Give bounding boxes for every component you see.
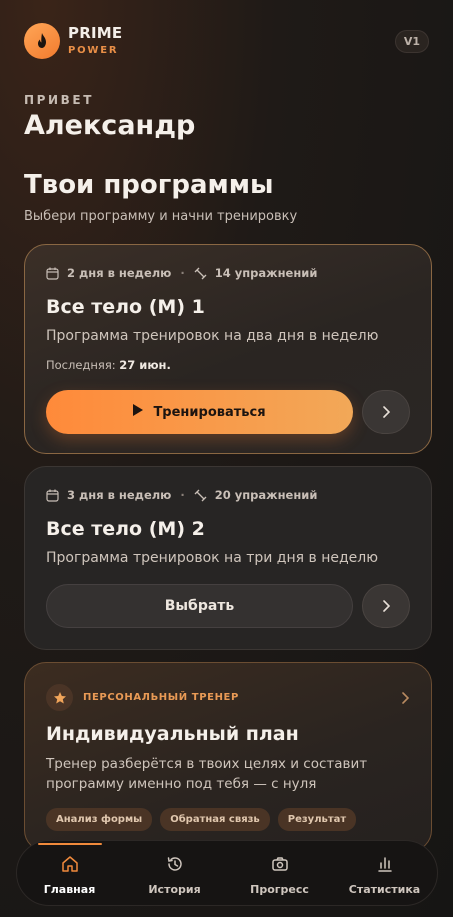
brand-subtitle: POWER <box>68 45 119 56</box>
program-title: Все тело (М) 1 <box>46 296 205 318</box>
header: PRIME POWER V1 <box>24 22 429 60</box>
section-title: Твои программы <box>24 170 274 200</box>
version-badge: V1 <box>394 29 429 53</box>
nav-label: Статистика <box>348 882 421 896</box>
program-exercises: 20 упражнений <box>214 488 318 502</box>
nav-item-home[interactable]: Главная <box>20 842 120 896</box>
camera-icon <box>271 855 289 877</box>
chevron-right-icon <box>382 403 391 422</box>
tag: Анализ формы <box>46 808 153 831</box>
history-icon <box>166 855 184 877</box>
select-button[interactable]: Выбрать <box>46 584 353 628</box>
chevron-right-icon <box>401 689 410 708</box>
program-meta: 2 дня в неделю · 14 упражнений <box>46 266 317 280</box>
program-exercises: 14 упражнений <box>214 266 318 280</box>
dumbbell-icon <box>194 489 207 502</box>
calendar-icon <box>46 267 59 280</box>
program-days: 2 дня в неделю <box>67 266 172 280</box>
coach-card[interactable]: ПЕРСОНАЛЬНЫЙ ТРЕНЕР Индивидуальный план … <box>24 662 432 852</box>
nav-active-indicator <box>37 842 102 845</box>
dumbbell-icon <box>194 267 207 280</box>
chevron-right-icon <box>382 597 391 616</box>
train-button-label: Тренироваться <box>153 404 266 420</box>
coach-title: Индивидуальный план <box>46 723 299 745</box>
coach-tags: Анализ формы Обратная связь Результат <box>46 808 357 831</box>
program-details-button[interactable] <box>362 584 410 628</box>
nav-label: История <box>148 882 201 896</box>
nav-item-stats[interactable]: Статистика <box>335 851 435 896</box>
program-meta: 3 дня в неделю · 20 упражнений <box>46 488 317 502</box>
flame-icon <box>24 23 60 59</box>
calendar-icon <box>46 489 59 502</box>
coach-description: Тренер разберётся в твоих целях и состав… <box>46 756 368 792</box>
brand-title: PRIME <box>68 24 123 42</box>
coach-badge: ПЕРСОНАЛЬНЫЙ ТРЕНЕР <box>46 684 239 711</box>
user-name: Александр <box>24 110 196 141</box>
play-icon <box>133 404 144 420</box>
brand: PRIME POWER <box>24 23 122 59</box>
bar-chart-icon <box>376 855 394 877</box>
nav-item-progress[interactable]: Прогресс <box>230 851 330 896</box>
program-card[interactable]: 2 дня в неделю · 14 упражнений Все тело … <box>24 244 432 454</box>
program-title: Все тело (М) 2 <box>46 518 205 540</box>
program-card[interactable]: 3 дня в неделю · 20 упражнений Все тело … <box>24 466 432 650</box>
tag: Обратная связь <box>160 808 270 831</box>
section-subtitle: Выбери программу и начни тренировку <box>24 209 298 224</box>
program-days: 3 дня в неделю <box>67 488 172 502</box>
bottom-nav: Главная История Прогресс Статистика <box>16 840 438 906</box>
nav-label: Главная <box>43 882 96 896</box>
program-description: Программа тренировок на три дня в неделю <box>46 550 379 566</box>
nav-label: Прогресс <box>250 882 309 896</box>
home-icon <box>61 855 79 877</box>
program-details-button[interactable] <box>362 390 410 434</box>
nav-item-history[interactable]: История <box>125 851 225 896</box>
coach-label: ПЕРСОНАЛЬНЫЙ ТРЕНЕР <box>83 692 239 703</box>
greeting-label: ПРИВЕТ <box>24 93 95 107</box>
program-last-session: Последняя: 27 июн. <box>46 358 171 372</box>
program-description: Программа тренировок на два дня в неделю <box>46 328 379 344</box>
star-icon <box>46 684 73 711</box>
app-root: PRIME POWER V1 ПРИВЕТ Александр Твои про… <box>0 0 453 917</box>
train-button[interactable]: Тренироваться <box>46 390 353 434</box>
tag: Результат <box>277 808 357 831</box>
